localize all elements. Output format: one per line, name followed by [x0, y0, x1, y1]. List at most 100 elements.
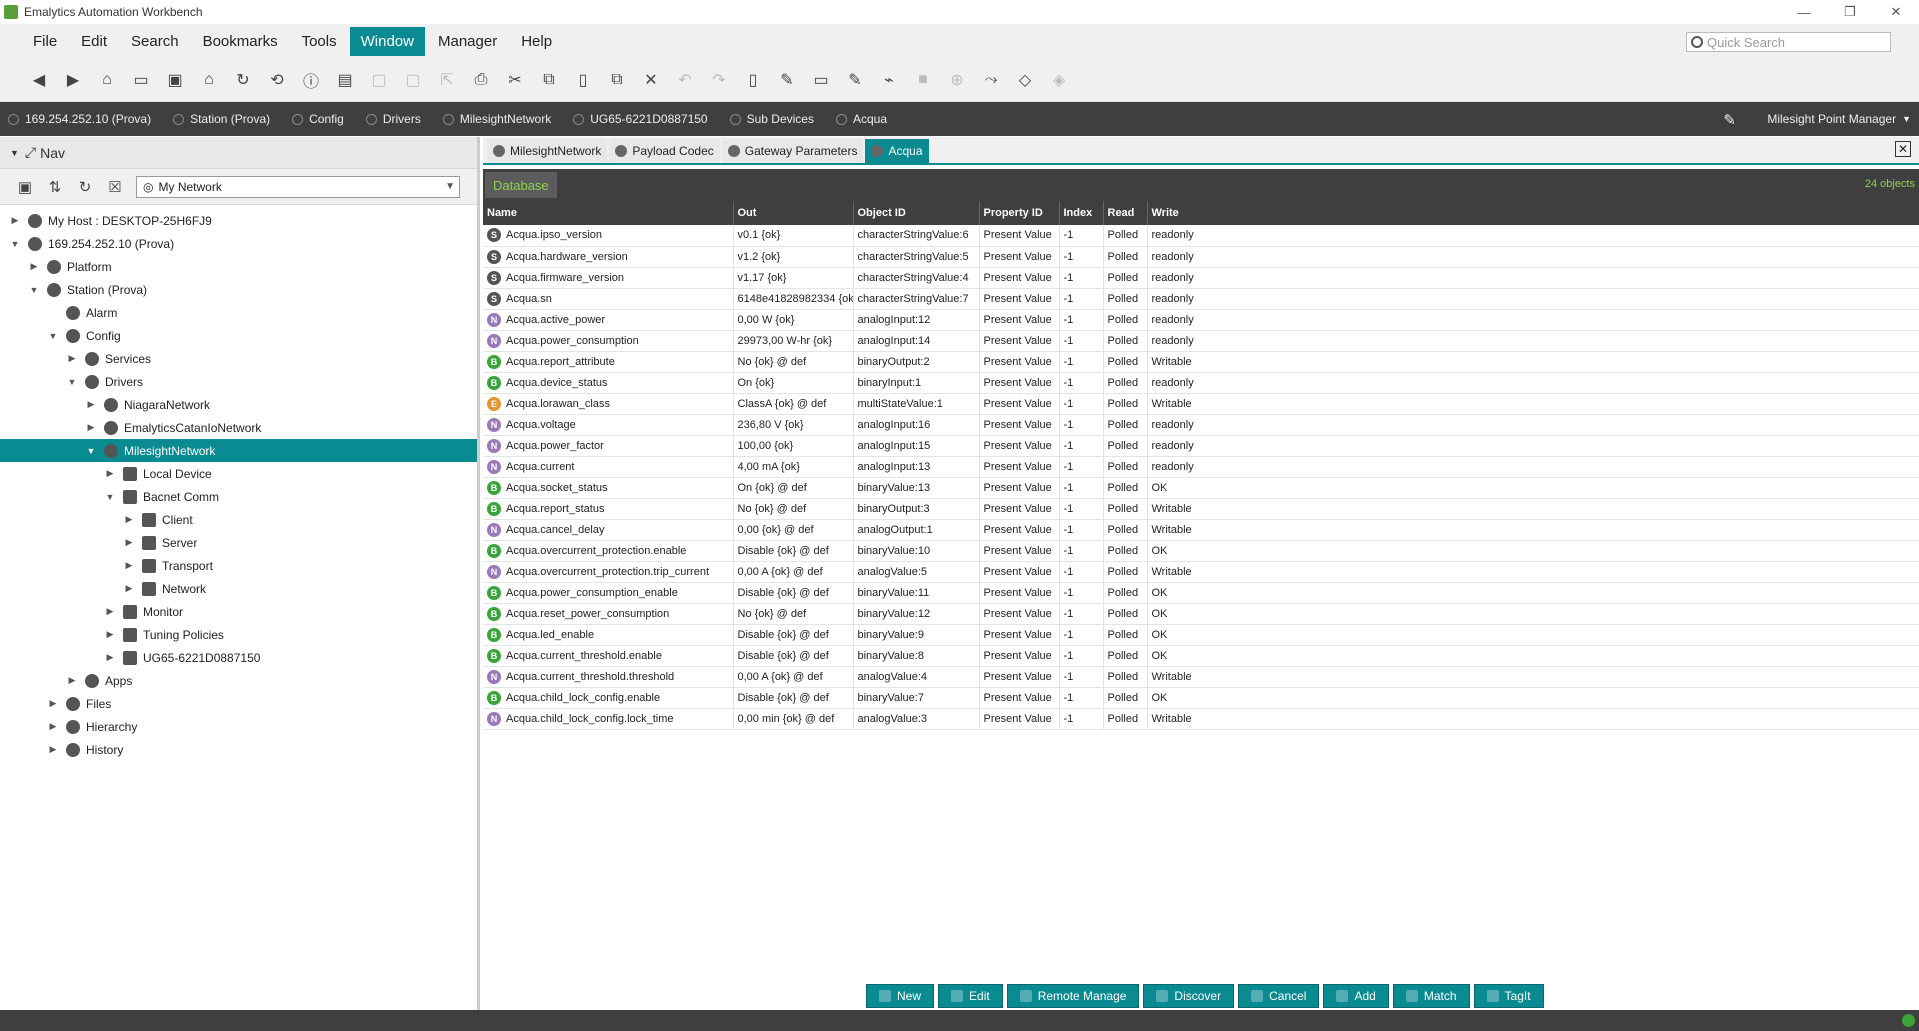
- table-row[interactable]: B Acqua.socket_status On {ok} @ def binaryV…: [483, 477, 1919, 499]
- rename-icon[interactable]: ✎: [770, 65, 804, 95]
- nav-tree-node[interactable]: ▶ NiagaraNetwork: [0, 393, 477, 416]
- expand-toggle-icon[interactable]: ▶: [84, 422, 98, 433]
- expand-toggle-icon[interactable]: ▶: [46, 721, 60, 732]
- chevron-down-icon[interactable]: ▼: [1902, 114, 1911, 124]
- table-row[interactable]: S Acqua.firmware_version v1.17 {ok} charact…: [483, 267, 1919, 289]
- view-selector[interactable]: Milesight Point Manager: [1767, 112, 1896, 126]
- nav-tree-node[interactable]: ▼ Station (Prova): [0, 278, 477, 301]
- table-row[interactable]: B Acqua.power_consumption_enable Disable {…: [483, 582, 1919, 604]
- breadcrumb-item[interactable]: 169.254.252.10 (Prova): [8, 112, 151, 126]
- cut-icon[interactable]: ✂: [498, 65, 532, 95]
- breadcrumb-item[interactable]: Sub Devices: [729, 112, 814, 126]
- table-row[interactable]: B Acqua.reset_power_consumption No {ok} @ …: [483, 603, 1919, 625]
- forward-icon[interactable]: ▶: [56, 65, 90, 95]
- nav-tree-node[interactable]: ▶ Hierarchy: [0, 715, 477, 738]
- nav-tree-node[interactable]: ▶ Monitor: [0, 600, 477, 623]
- nav-tree-node[interactable]: ▶ Transport: [0, 554, 477, 577]
- column-header[interactable]: Property ID: [979, 201, 1060, 225]
- menu-search[interactable]: Search: [120, 27, 190, 56]
- cancel-button[interactable]: Cancel: [1238, 984, 1320, 1008]
- nav-tree-node[interactable]: ▶ Services: [0, 347, 477, 370]
- table-row[interactable]: B Acqua.device_status On {ok} binaryInput:1…: [483, 372, 1919, 394]
- quick-search-input[interactable]: Quick Search: [1686, 32, 1891, 52]
- table-row[interactable]: N Acqua.active_power 0,00 W {ok} analogInpu…: [483, 309, 1919, 331]
- edit-button[interactable]: Edit: [938, 984, 1003, 1008]
- column-header[interactable]: Name: [483, 201, 734, 225]
- expand-toggle-icon[interactable]: ▶: [122, 537, 136, 548]
- table-row[interactable]: B Acqua.child_lock_config.enable Disable {…: [483, 687, 1919, 709]
- expand-toggle-icon[interactable]: ▶: [65, 353, 79, 364]
- add-button[interactable]: Add: [1323, 984, 1389, 1008]
- nav-tree-node[interactable]: ▶ Files: [0, 692, 477, 715]
- close-window-button[interactable]: ✕: [1873, 0, 1919, 24]
- expand-toggle-icon[interactable]: ▼: [84, 446, 98, 456]
- collapse-icon[interactable]: ▼: [10, 148, 19, 158]
- breadcrumb-item[interactable]: UG65-6221D0887150: [573, 112, 708, 126]
- network-selector[interactable]: ◎ My Network ▼: [136, 175, 460, 198]
- column-header[interactable]: Write: [1147, 201, 1919, 225]
- tab-gateway-parameters[interactable]: Gateway Parameters: [721, 139, 864, 163]
- column-header[interactable]: Index: [1059, 201, 1104, 225]
- nav-tree-node[interactable]: ▶ Client: [0, 508, 477, 531]
- nav-tree-node[interactable]: ▶ Local Device: [0, 462, 477, 485]
- tab-acqua[interactable]: Acqua: [865, 139, 929, 163]
- expand-toggle-icon[interactable]: ▶: [103, 629, 117, 640]
- home-icon[interactable]: ⌂: [192, 65, 226, 95]
- camera-icon[interactable]: ▣: [10, 178, 40, 196]
- expand-toggle-icon[interactable]: ▶: [27, 261, 41, 272]
- remote-manage-button[interactable]: Remote Manage: [1006, 984, 1140, 1008]
- expand-toggle-icon[interactable]: ▶: [8, 215, 22, 226]
- maximize-button[interactable]: ❐: [1827, 0, 1873, 24]
- table-row[interactable]: N Acqua.current_threshold.threshold 0,00 A…: [483, 666, 1919, 688]
- menu-manager[interactable]: Manager: [427, 27, 508, 56]
- print-icon[interactable]: ⎙: [464, 65, 498, 95]
- sort-icon[interactable]: ⇅: [40, 178, 70, 196]
- redo-icon[interactable]: ↷: [702, 65, 736, 95]
- table-row[interactable]: S Acqua.sn 6148e41828982334 {ok} characterS…: [483, 288, 1919, 310]
- expand-toggle-icon[interactable]: ▶: [103, 652, 117, 663]
- copy-icon[interactable]: ⧉: [532, 65, 566, 95]
- save-all-icon[interactable]: ▢: [396, 65, 430, 95]
- minimize-button[interactable]: —: [1781, 0, 1827, 24]
- nav-tree-node[interactable]: ▶ Platform: [0, 255, 477, 278]
- nav-tree-node[interactable]: ▼ MilesightNetwork: [0, 439, 477, 462]
- expand-toggle-icon[interactable]: ▶: [103, 468, 117, 479]
- match-button[interactable]: Match: [1392, 984, 1470, 1008]
- paste-icon[interactable]: ▯: [566, 65, 600, 95]
- menu-bookmarks[interactable]: Bookmarks: [192, 27, 289, 56]
- back-icon[interactable]: ◀: [22, 65, 56, 95]
- open-folder-icon[interactable]: ▤: [328, 65, 362, 95]
- expand-toggle-icon[interactable]: ▶: [46, 698, 60, 709]
- menu-window[interactable]: Window: [349, 26, 425, 56]
- nav-tree-node[interactable]: ▶ UG65-6221D0887150: [0, 646, 477, 669]
- new-doc-icon[interactable]: ▯: [736, 65, 770, 95]
- expand-toggle-icon[interactable]: ▶: [46, 744, 60, 755]
- window-icon[interactable]: ▭: [804, 65, 838, 95]
- table-row[interactable]: S Acqua.hardware_version v1.2 {ok} characte…: [483, 246, 1919, 268]
- history-icon[interactable]: ⟲: [260, 65, 294, 95]
- table-row[interactable]: N Acqua.power_factor 100,00 {ok} analogInpu…: [483, 435, 1919, 457]
- table-row[interactable]: B Acqua.current_threshold.enable Disable {…: [483, 645, 1919, 667]
- menu-file[interactable]: File: [22, 27, 68, 56]
- undo-icon[interactable]: ↶: [668, 65, 702, 95]
- nav-tree-node[interactable]: ▼ Config: [0, 324, 477, 347]
- nav-tree-node[interactable]: ▶ History: [0, 738, 477, 761]
- breadcrumb-item[interactable]: Drivers: [365, 112, 421, 126]
- expand-toggle-icon[interactable]: ▶: [65, 675, 79, 686]
- refresh-icon[interactable]: ↻: [70, 178, 100, 196]
- plug-icon[interactable]: ⌁: [872, 65, 906, 95]
- stop-icon[interactable]: ■: [906, 65, 940, 95]
- table-row[interactable]: B Acqua.report_attribute No {ok} @ def bina…: [483, 351, 1919, 373]
- table-row[interactable]: B Acqua.overcurrent_protection.enable Disa…: [483, 540, 1919, 562]
- table-row[interactable]: S Acqua.ipso_version v0.1 {ok} characterStr…: [483, 225, 1919, 247]
- nav-tree-node[interactable]: ▼ Bacnet Comm: [0, 485, 477, 508]
- expand-toggle-icon[interactable]: ▼: [103, 492, 117, 502]
- close-icon[interactable]: ☒: [100, 178, 130, 196]
- table-row[interactable]: N Acqua.child_lock_config.lock_time 0,00 m…: [483, 708, 1919, 730]
- expand-toggle-icon[interactable]: ▼: [27, 285, 41, 295]
- nav-tree-node[interactable]: ▶ Server: [0, 531, 477, 554]
- save-icon[interactable]: ▢: [362, 65, 396, 95]
- table-row[interactable]: N Acqua.overcurrent_protection.trip_curre…: [483, 561, 1919, 583]
- table-row[interactable]: N Acqua.power_consumption 29973,00 W-hr {o…: [483, 330, 1919, 352]
- table-row[interactable]: E Acqua.lorawan_class ClassA {ok} @ def mul…: [483, 393, 1919, 415]
